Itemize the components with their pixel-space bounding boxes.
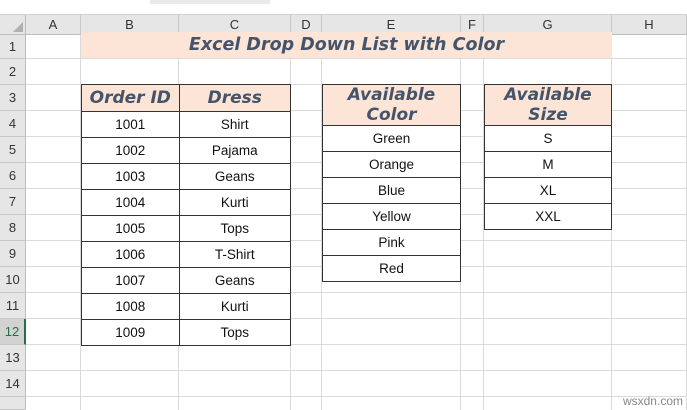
- gridline: [26, 58, 687, 59]
- dress-cell[interactable]: Shirt: [178, 111, 292, 138]
- row-header-7[interactable]: 7: [0, 189, 26, 215]
- table-row: 1003 Geans: [81, 163, 292, 190]
- gridline: [26, 396, 687, 397]
- table-row: 1008 Kurti: [81, 293, 292, 320]
- sheet-tab-strip: [150, 0, 270, 4]
- order-id-cell[interactable]: 1008: [81, 293, 180, 320]
- row-header-6[interactable]: 6: [0, 163, 26, 189]
- color-cell[interactable]: Blue: [322, 177, 461, 204]
- list-item: M: [484, 151, 612, 178]
- gridline: [26, 370, 687, 371]
- row-header-15-partial: [0, 397, 26, 410]
- list-item: Blue: [322, 177, 461, 204]
- watermark: wsxdn.com: [622, 394, 683, 408]
- color-cell[interactable]: Orange: [322, 151, 461, 178]
- sheet-title[interactable]: Excel Drop Down List with Color: [81, 32, 612, 58]
- color-cell[interactable]: Red: [322, 255, 461, 282]
- list-item: XL: [484, 177, 612, 204]
- order-id-cell[interactable]: 1005: [81, 215, 180, 242]
- top-strip: [0, 0, 687, 15]
- list-item: S: [484, 125, 612, 152]
- order-table: Order ID Dress 1001 Shirt 1002 Pajama 10…: [81, 84, 292, 346]
- order-id-header[interactable]: Order ID: [81, 84, 180, 112]
- order-id-cell[interactable]: 1006: [81, 241, 180, 268]
- size-cell[interactable]: M: [484, 151, 612, 178]
- row-header-1[interactable]: 1: [0, 35, 26, 59]
- list-item: Pink: [322, 229, 461, 256]
- dress-cell[interactable]: T-Shirt: [178, 241, 292, 268]
- table-row: 1007 Geans: [81, 267, 292, 294]
- color-cell[interactable]: Pink: [322, 229, 461, 256]
- available-size-table: Available Size S M XL XXL: [484, 84, 612, 230]
- available-color-table: Available Color Green Orange Blue Yellow…: [322, 84, 461, 282]
- list-item: XXL: [484, 203, 612, 230]
- row-header-4[interactable]: 4: [0, 111, 26, 137]
- dress-cell[interactable]: Kurti: [178, 293, 292, 320]
- order-id-cell[interactable]: 1002: [81, 137, 180, 164]
- dress-cell[interactable]: Tops: [178, 319, 292, 346]
- dress-header[interactable]: Dress: [178, 84, 292, 112]
- table-row: 1005 Tops: [81, 215, 292, 242]
- row-header-3[interactable]: 3: [0, 85, 26, 111]
- column-header-a[interactable]: A: [26, 15, 81, 35]
- row-header-5[interactable]: 5: [0, 137, 26, 163]
- order-id-cell[interactable]: 1003: [81, 163, 180, 190]
- row-header-11[interactable]: 11: [0, 293, 26, 319]
- dress-cell[interactable]: Pajama: [178, 137, 292, 164]
- available-color-header[interactable]: Available Color: [322, 84, 461, 126]
- available-size-header[interactable]: Available Size: [484, 84, 612, 126]
- table-row: 1006 T-Shirt: [81, 241, 292, 268]
- row-header-12[interactable]: 12: [0, 319, 26, 345]
- order-id-cell[interactable]: 1001: [81, 111, 180, 138]
- order-id-cell[interactable]: 1004: [81, 189, 180, 216]
- column-header-h[interactable]: H: [612, 15, 687, 35]
- row-header-14[interactable]: 14: [0, 371, 26, 397]
- list-item: Orange: [322, 151, 461, 178]
- dress-cell[interactable]: Tops: [178, 215, 292, 242]
- row-header-10[interactable]: 10: [0, 267, 26, 293]
- table-row: 1004 Kurti: [81, 189, 292, 216]
- select-all-corner[interactable]: [0, 15, 26, 35]
- dress-cell[interactable]: Kurti: [178, 189, 292, 216]
- list-item: Red: [322, 255, 461, 282]
- size-cell[interactable]: XL: [484, 177, 612, 204]
- list-item: Yellow: [322, 203, 461, 230]
- dress-cell[interactable]: Geans: [178, 267, 292, 294]
- color-cell[interactable]: Green: [322, 125, 461, 152]
- size-cell[interactable]: S: [484, 125, 612, 152]
- table-row: 1002 Pajama: [81, 137, 292, 164]
- order-id-cell[interactable]: 1009: [81, 319, 180, 346]
- order-id-cell[interactable]: 1007: [81, 267, 180, 294]
- color-cell[interactable]: Yellow: [322, 203, 461, 230]
- row-header-9[interactable]: 9: [0, 241, 26, 267]
- select-all-triangle-icon: [13, 22, 23, 32]
- dress-cell[interactable]: Geans: [178, 163, 292, 190]
- table-row: 1001 Shirt: [81, 111, 292, 138]
- row-header-13[interactable]: 13: [0, 345, 26, 371]
- row-header-2[interactable]: 2: [0, 59, 26, 85]
- list-item: Green: [322, 125, 461, 152]
- table-row: 1009 Tops: [81, 319, 292, 346]
- size-cell[interactable]: XXL: [484, 203, 612, 230]
- row-header-8[interactable]: 8: [0, 215, 26, 241]
